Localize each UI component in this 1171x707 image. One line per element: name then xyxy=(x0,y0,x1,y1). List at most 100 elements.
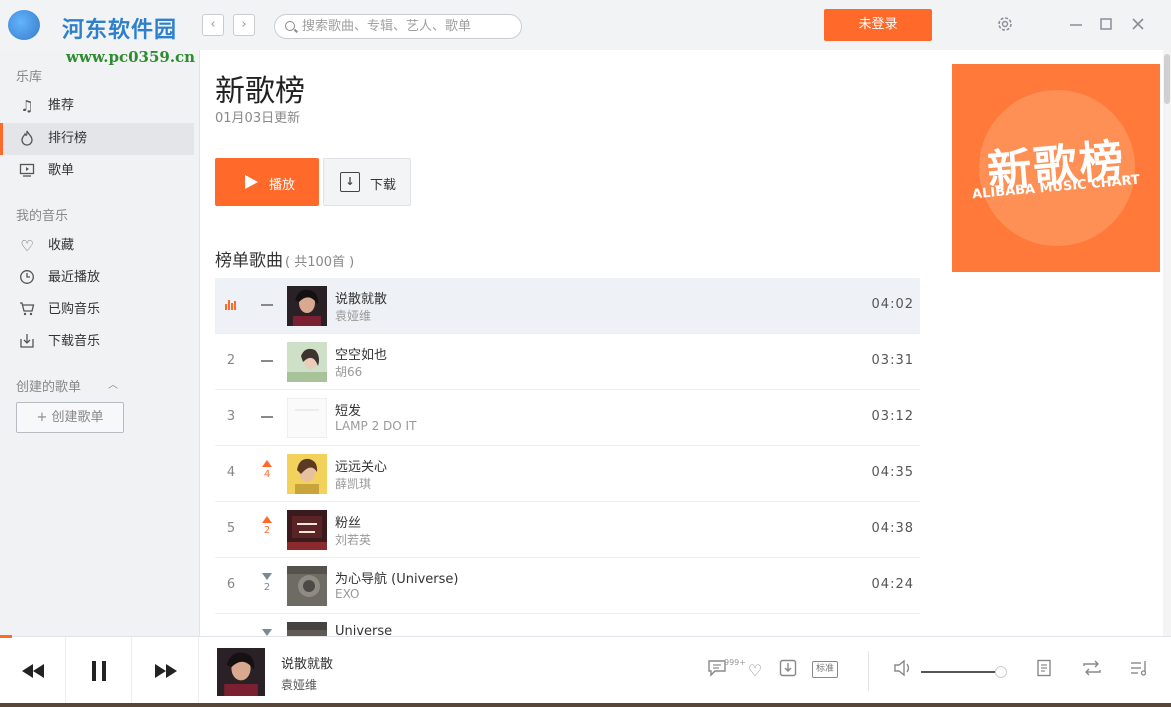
chart-cover-image: 新歌榜 ALIBABA MUSIC CHART xyxy=(952,64,1160,272)
sidebar-item-recent[interactable]: 最近播放 xyxy=(0,262,194,294)
playlist-queue-icon[interactable] xyxy=(1128,659,1150,683)
sidebar-item-label: 下载音乐 xyxy=(48,334,101,349)
song-title[interactable]: 空空如也 xyxy=(335,344,387,363)
app-logo xyxy=(8,10,40,40)
close-icon[interactable] xyxy=(1126,12,1150,36)
search-box[interactable] xyxy=(274,14,522,39)
library-section-title: 乐库 xyxy=(16,70,43,85)
song-artist[interactable]: LAMP 2 DO IT xyxy=(335,419,416,433)
song-duration: 04:35 xyxy=(871,465,914,480)
sidebar-item-purchased[interactable]: 已购音乐 xyxy=(0,294,194,326)
play-icon xyxy=(245,175,258,189)
song-duration: 04:02 xyxy=(871,297,914,312)
now-playing-artist[interactable]: 袁娅维 xyxy=(281,676,317,693)
download-all-button[interactable]: ↓ 下载 xyxy=(323,158,411,206)
sidebar: 乐库 ♫ 推荐 排行榜 歌单 我的音乐 ♡ 收藏 最近播放 已购音乐 下载音乐 … xyxy=(0,50,200,636)
scroll-thumb[interactable] xyxy=(1164,54,1170,104)
song-list-heading: 榜单歌曲 xyxy=(215,251,283,271)
window-bottom-edge xyxy=(0,703,1171,707)
song-title[interactable]: Universe xyxy=(335,624,392,636)
previous-button[interactable] xyxy=(0,637,66,705)
cart-icon xyxy=(18,301,36,319)
song-row[interactable]: 2 空空如也 胡66 03:31 xyxy=(215,334,920,390)
download-label: 下载 xyxy=(370,178,397,193)
album-thumbnail xyxy=(287,510,327,550)
volume-slider[interactable] xyxy=(921,666,1007,678)
forward-button[interactable]: › xyxy=(233,14,255,36)
album-thumbnail xyxy=(287,566,327,606)
music-note-icon: ♫ xyxy=(20,97,34,115)
pause-button[interactable] xyxy=(66,637,132,705)
now-playing-cover[interactable] xyxy=(217,648,265,696)
song-title[interactable]: 说散就散 xyxy=(335,288,387,307)
main-content: 新歌榜 01月03日更新 播放 ↓ 下载 榜单歌曲( 共100首 ) 新歌榜 A… xyxy=(200,50,1171,636)
next-button[interactable] xyxy=(133,637,199,705)
rank-change: 4 xyxy=(263,469,271,480)
song-row[interactable]: Universe xyxy=(215,614,920,636)
song-title[interactable]: 远远关心 xyxy=(335,456,387,475)
album-thumbnail xyxy=(286,397,328,439)
song-duration: 04:38 xyxy=(871,521,914,536)
scrollbar[interactable] xyxy=(1163,50,1171,636)
song-artist[interactable]: 薛凯琪 xyxy=(335,475,371,492)
volume-icon[interactable] xyxy=(892,659,914,683)
quality-selector[interactable]: 标准 xyxy=(812,661,838,678)
sidebar-item-label: 推荐 xyxy=(48,98,75,113)
volume-knob[interactable] xyxy=(994,666,1007,678)
sidebar-item-recommend[interactable]: ♫ 推荐 xyxy=(0,90,194,122)
song-artist[interactable]: 袁娅维 xyxy=(335,307,371,324)
create-playlist-button[interactable]: + 创建歌单 xyxy=(16,402,124,433)
play-all-button[interactable]: 播放 xyxy=(215,158,319,206)
search-icon xyxy=(285,21,295,31)
sidebar-item-downloads[interactable]: 下载音乐 xyxy=(0,326,194,358)
song-duration: 03:31 xyxy=(871,353,914,368)
sidebar-item-playlists[interactable]: 歌单 xyxy=(0,155,194,187)
song-list-title: 榜单歌曲( 共100首 ) xyxy=(215,246,354,271)
song-row[interactable]: 4 4 远远关心 薛凯琪 04:35 xyxy=(215,446,920,502)
song-title[interactable]: 为心导航 (Universe) xyxy=(335,568,458,587)
album-thumbnail xyxy=(287,342,327,382)
song-artist[interactable]: 刘若英 xyxy=(335,531,371,548)
minimize-icon[interactable] xyxy=(1064,12,1088,36)
song-row[interactable]: 3 短发 LAMP 2 DO IT 03:12 xyxy=(215,390,920,446)
song-rank: 2 xyxy=(226,353,236,368)
song-rank: 4 xyxy=(226,465,236,480)
watermark-url: www.pc0359.cn xyxy=(66,48,196,66)
login-button[interactable]: 未登录 xyxy=(824,9,932,41)
playlist-icon xyxy=(18,162,36,180)
album-thumbnail xyxy=(287,286,327,326)
back-button[interactable]: ‹ xyxy=(202,14,224,36)
lyrics-icon[interactable] xyxy=(1033,659,1055,683)
song-duration: 03:12 xyxy=(871,409,914,424)
song-artist[interactable]: EXO xyxy=(335,587,359,601)
now-playing-title[interactable]: 说散就散 xyxy=(281,653,333,672)
repeat-icon[interactable] xyxy=(1080,659,1104,683)
maximize-icon[interactable] xyxy=(1094,12,1118,36)
comment-count-badge: 999+ xyxy=(724,658,746,667)
song-title[interactable]: 粉丝 xyxy=(335,512,361,531)
album-thumbnail xyxy=(287,454,327,494)
song-rank: 3 xyxy=(226,409,236,424)
download-song-icon[interactable] xyxy=(777,659,799,683)
song-count: ( 共100首 ) xyxy=(285,255,355,270)
arrow-down-icon xyxy=(262,573,272,580)
song-row[interactable]: 说散就散 袁娅维 04:02 xyxy=(215,278,920,334)
download-icon xyxy=(18,333,36,351)
song-title[interactable]: 短发 xyxy=(335,400,361,419)
song-row[interactable]: 5 2 粉丝 刘若英 04:38 xyxy=(215,502,920,558)
chevron-up-icon[interactable]: ︿ xyxy=(108,376,118,391)
search-input[interactable] xyxy=(302,17,512,36)
settings-icon[interactable] xyxy=(993,12,1017,36)
favorite-heart-icon[interactable]: ♡ xyxy=(744,659,766,683)
sidebar-item-favorites[interactable]: ♡ 收藏 xyxy=(0,230,194,262)
trend-up: 4 xyxy=(260,460,274,480)
sidebar-item-label: 收藏 xyxy=(48,238,75,253)
arrow-down-icon xyxy=(262,629,272,636)
title-bar: 河东软件园 ‹ › 未登录 xyxy=(0,0,1171,50)
clock-icon xyxy=(18,269,36,287)
rank-change: 2 xyxy=(263,525,271,536)
song-row[interactable]: 6 2 为心导航 (Universe) EXO 04:24 xyxy=(215,558,920,614)
trend-down xyxy=(260,629,274,636)
sidebar-item-charts[interactable]: 排行榜 xyxy=(0,123,194,155)
song-artist[interactable]: 胡66 xyxy=(335,363,362,380)
